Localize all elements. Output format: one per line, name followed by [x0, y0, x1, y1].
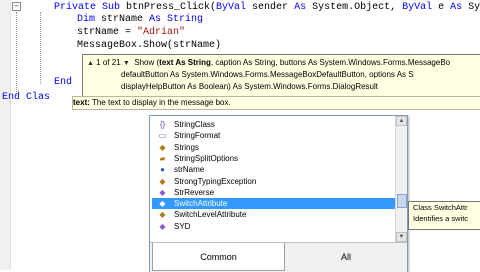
- member-type-icon: ◆: [159, 199, 166, 209]
- code-line-assignment[interactable]: strName = "Adrian": [77, 27, 185, 39]
- completion-item[interactable]: ◆ StrongTypingException: [152, 176, 395, 187]
- keyword: ByVal: [216, 2, 247, 13]
- completion-item-label: StringClass: [174, 120, 215, 129]
- overload-counter: 1 of 21: [96, 58, 121, 67]
- member-type-icon: ●: [160, 165, 165, 175]
- next-overload-icon[interactable]: ▼: [123, 59, 130, 69]
- completion-item-label: StringFormat: [174, 131, 221, 141]
- code-text: e: [432, 2, 451, 13]
- quick-info-title: Class SwitchAttr: [413, 203, 468, 212]
- code-text: MessageBox.Show(strName): [77, 40, 222, 51]
- completion-item[interactable]: ◆ SYD: [152, 221, 395, 232]
- previous-overload-icon[interactable]: ▲: [87, 59, 94, 69]
- completion-item-label: StrongTypingException: [174, 176, 257, 186]
- scroll-down-icon[interactable]: ▼: [396, 232, 407, 242]
- completion-item[interactable]: ◆ SwitchLevelAttribute: [152, 209, 395, 220]
- parameter-description: text: The text to display in the message…: [72, 96, 480, 110]
- signature-line-3: displayHelpButton As Boolean) As System.…: [121, 82, 378, 91]
- collapse-toggle-icon[interactable]: −: [12, 2, 21, 11]
- code-line-end-sub[interactable]: End: [54, 77, 72, 89]
- code-line-messagebox[interactable]: MessageBox.Show(strName): [77, 40, 221, 52]
- member-type-icon: ◆: [159, 176, 166, 186]
- parameter-name: text:: [73, 98, 90, 107]
- outline-guide: [16, 12, 17, 96]
- completion-item[interactable]: ● strName: [152, 164, 395, 175]
- completion-quick-info: Class SwitchAttr Identifies a switc: [408, 201, 480, 230]
- tab-all[interactable]: All: [287, 243, 405, 271]
- completion-item[interactable]: ◆ StrReverse: [152, 187, 395, 198]
- code-text: Sy: [462, 2, 480, 13]
- completion-item[interactable]: ▰ StringSplitOptions: [152, 153, 395, 164]
- keyword: As: [450, 2, 463, 13]
- current-parameter: text As String: [159, 58, 211, 67]
- keyword: Dim: [77, 14, 96, 25]
- signature-line-2: defaultButton As System.Windows.Forms.Me…: [121, 70, 414, 79]
- completion-item-label: SwitchLevelAttribute: [174, 210, 247, 220]
- outline-guide: [40, 12, 41, 84]
- signature-line-1: ▲ 1 of 21 ▼ Show (text As String, captio…: [87, 58, 450, 69]
- quick-info-description: Identifies a switc: [413, 214, 469, 223]
- member-type-icon: ◆: [159, 187, 166, 197]
- code-line-dim[interactable]: Dim strName As String: [77, 14, 203, 26]
- code-text: System.Object,: [306, 2, 403, 13]
- string-literal: "Adrian": [137, 27, 186, 38]
- member-type-icon: ▰: [159, 153, 166, 163]
- completion-item-label: Strings: [174, 142, 199, 152]
- code-text: btnPress_Click(: [126, 2, 217, 13]
- member-type-icon: ◆: [159, 210, 166, 220]
- scroll-up-icon[interactable]: ▲: [396, 116, 407, 126]
- intellisense-completion-list[interactable]: {} StringClass ▭ StringFormat ◆ Strings ▰ Strin…: [149, 115, 408, 272]
- signature-text: , caption As String, buttons As System.W…: [210, 58, 451, 67]
- completion-item-label: StringSplitOptions: [174, 153, 239, 163]
- completion-item-label: SwitchAttribute: [174, 199, 228, 209]
- completion-item-label: SYD: [174, 221, 191, 231]
- member-type-icon: ◆: [159, 221, 166, 231]
- tab-common[interactable]: Common: [152, 243, 285, 271]
- parameter-description-text: The text to display in the message box.: [89, 98, 231, 107]
- code-line-end-class[interactable]: End Clas: [2, 92, 50, 104]
- member-type-icon: ◆: [159, 142, 166, 152]
- editor-gutter: [0, 0, 11, 270]
- keyword: As String: [149, 14, 204, 25]
- completion-item[interactable]: ◆ SwitchAttribute: [152, 198, 395, 210]
- keyword: ByVal: [402, 2, 433, 13]
- completion-tabs: Common All: [150, 242, 407, 272]
- completion-items[interactable]: {} StringClass ▭ StringFormat ◆ Strings ▰ Strin…: [150, 116, 395, 242]
- completion-item[interactable]: {} StringClass: [152, 119, 395, 130]
- keyword: As: [294, 2, 307, 13]
- member-type-icon: ▭: [158, 131, 167, 141]
- code-text: sender: [246, 2, 295, 13]
- scroll-thumb[interactable]: [397, 194, 407, 208]
- code-text: strName: [95, 14, 150, 25]
- completion-item[interactable]: ▭ StringFormat: [152, 130, 395, 141]
- code-text: strName =: [77, 27, 138, 38]
- signature-text: Show (: [134, 58, 160, 67]
- completion-scrollbar[interactable]: ▲ ▼: [395, 116, 407, 242]
- member-type-icon: {}: [159, 120, 166, 129]
- code-line-sub-declaration[interactable]: Private Sub btnPress_Click(ByVal sender …: [54, 2, 480, 14]
- completion-item[interactable]: ◆ Strings: [152, 142, 395, 153]
- keyword: Private Sub: [54, 2, 127, 13]
- completion-item-label: strName: [174, 165, 205, 175]
- completion-item-label: StrReverse: [174, 187, 215, 197]
